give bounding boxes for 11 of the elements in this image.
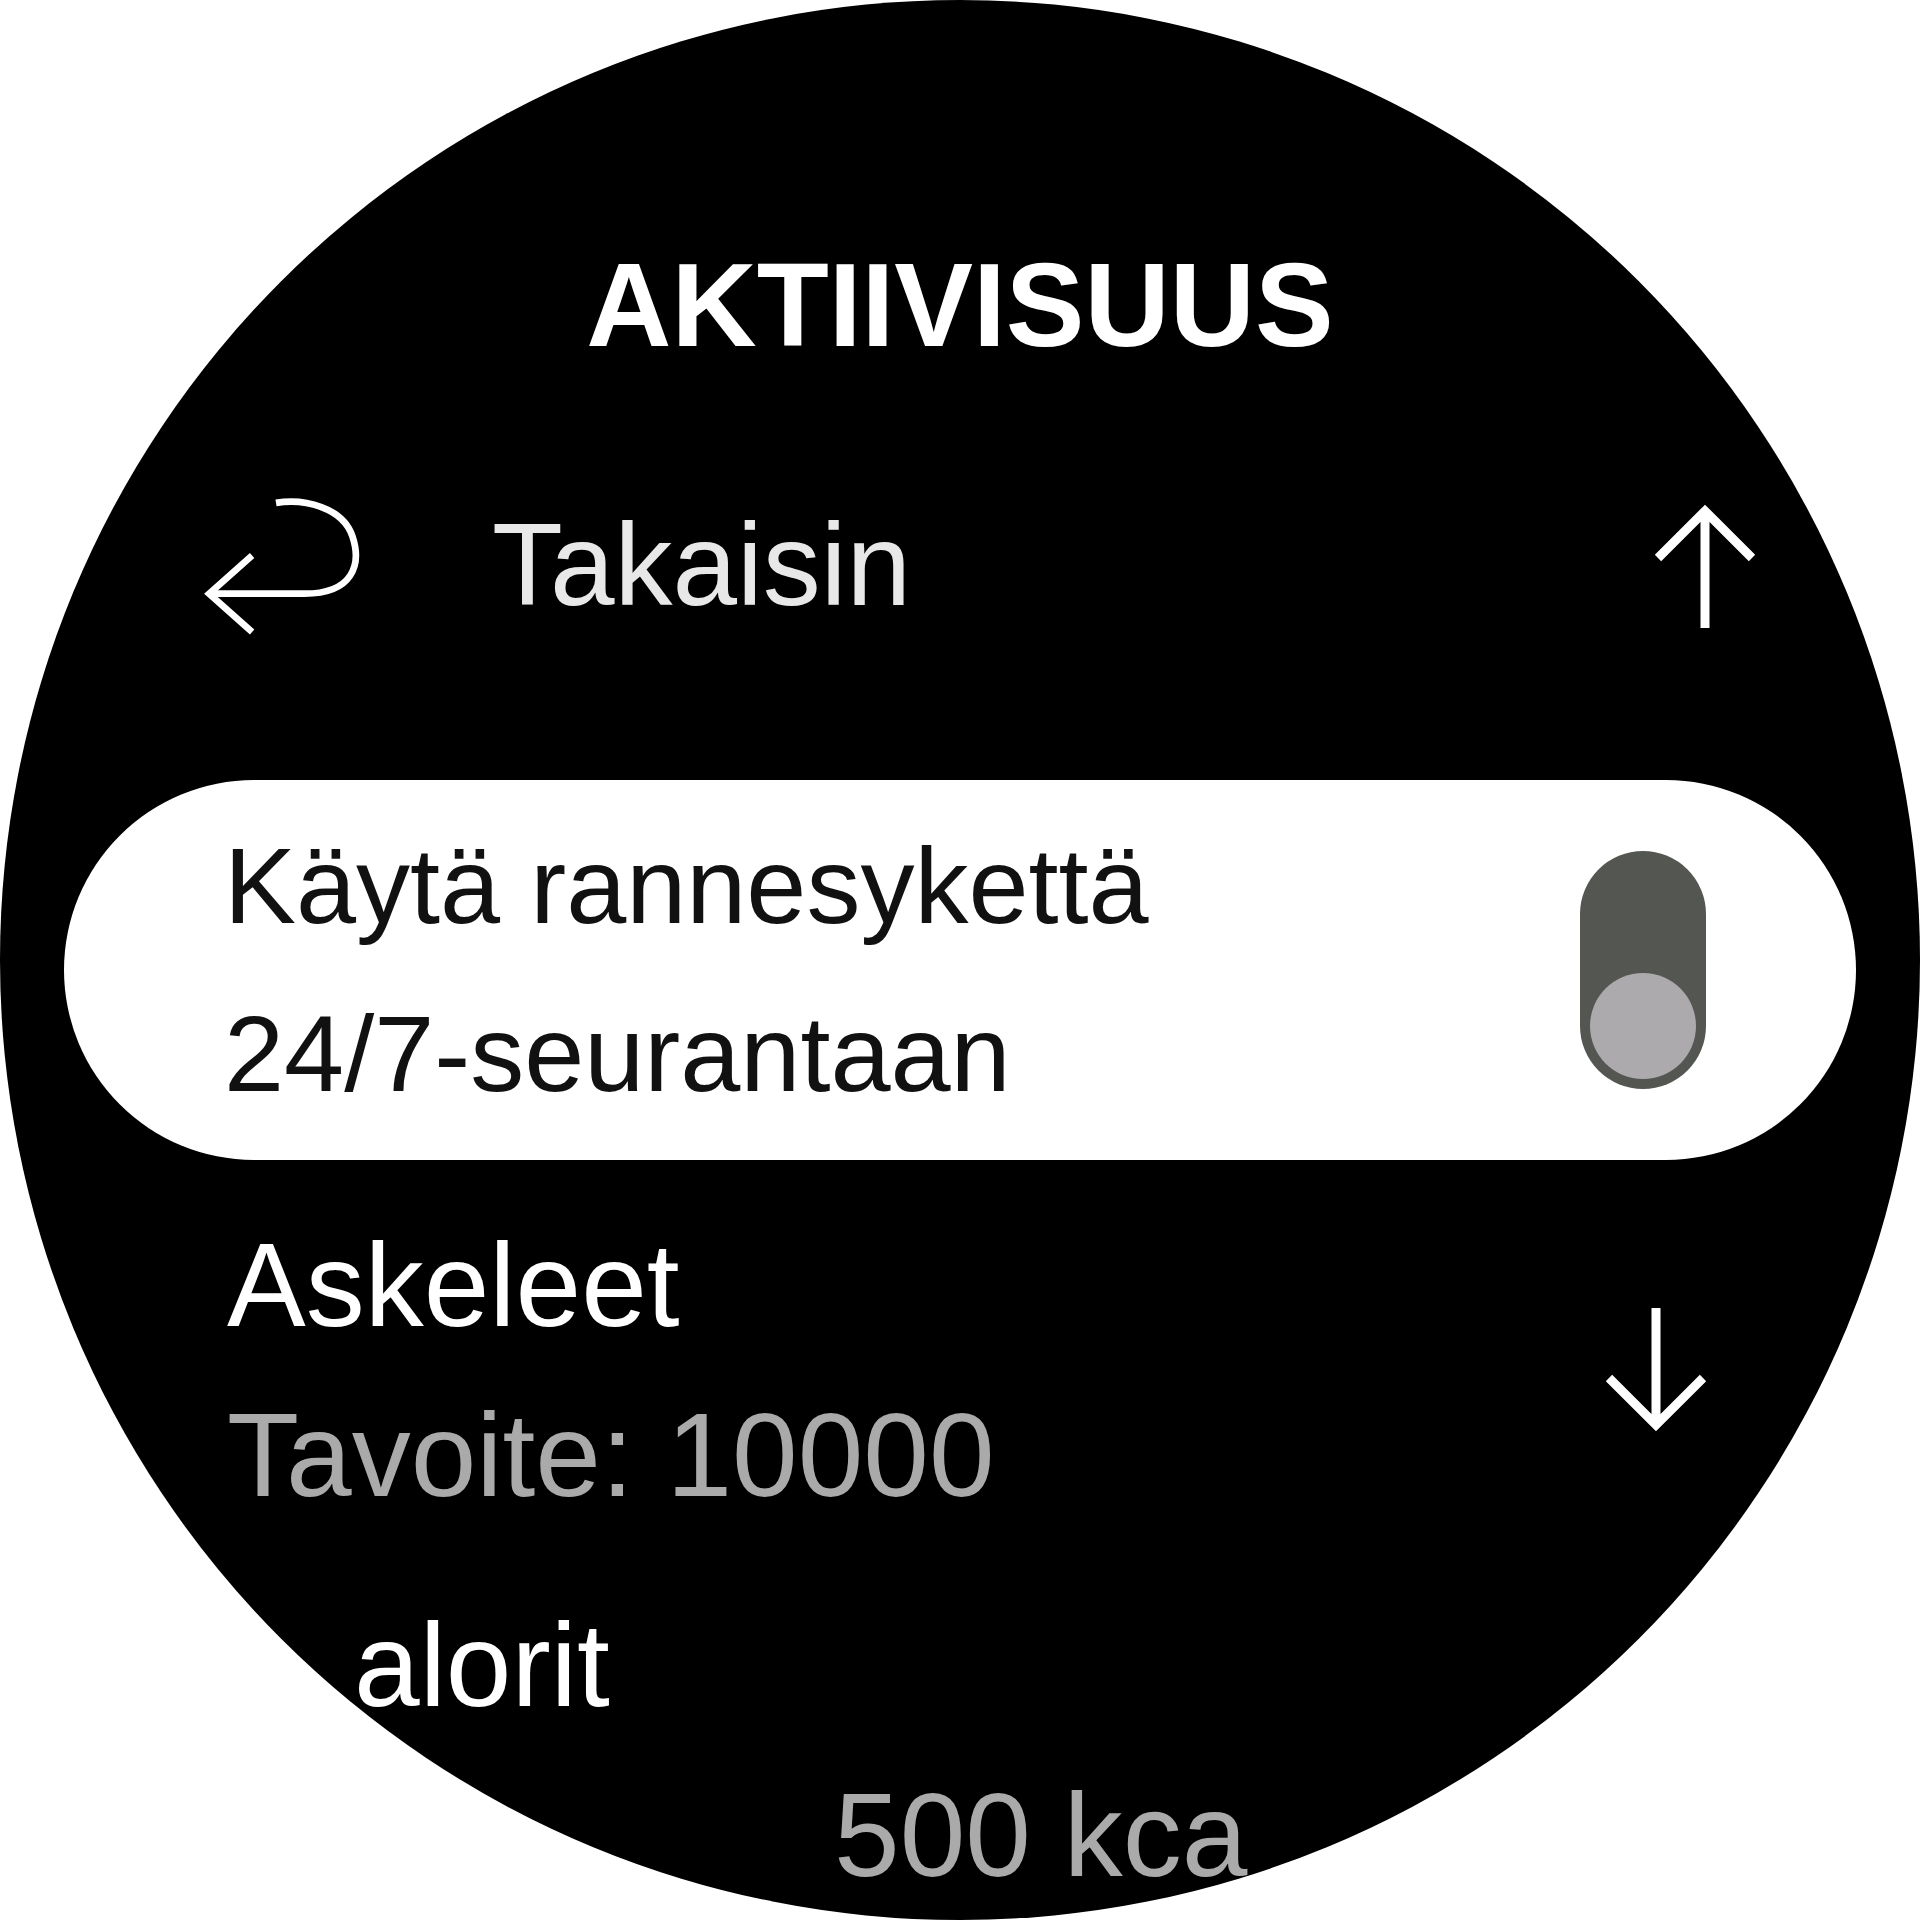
goal-item[interactable]: alorit 500 kca xyxy=(64,1580,1856,1920)
goal-value: Tavoite: 10000 xyxy=(227,1388,996,1523)
goal-value: 500 kca xyxy=(833,1768,1249,1903)
goal-title: alorit xyxy=(354,1598,611,1733)
back-label[interactable]: Takaisin xyxy=(492,498,1650,632)
setting-item[interactable]: Käytä rannesykettä 24/7-seurantaan xyxy=(64,780,1856,1160)
screen-title: AKTIIVISUUS xyxy=(586,240,1334,370)
goal-title: Askeleet xyxy=(227,1218,681,1353)
setting-label: Käytä rannesykettä xyxy=(224,824,1150,948)
goal-item[interactable]: Askeleet Tavoite: 10000 xyxy=(64,1200,1856,1540)
setting-label: 24/7-seurantaan xyxy=(224,992,1012,1116)
